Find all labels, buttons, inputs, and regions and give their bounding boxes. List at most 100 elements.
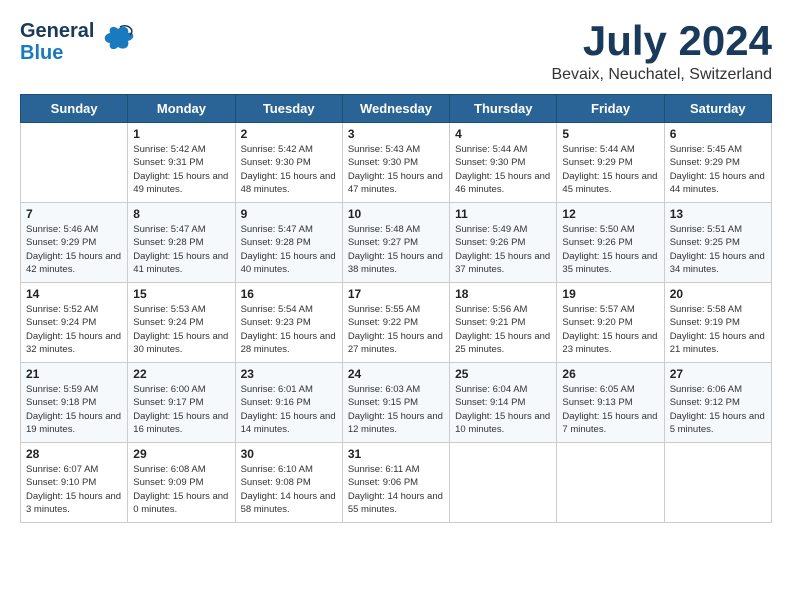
day-info: Sunrise: 5:49 AMSunset: 9:26 PMDaylight:… xyxy=(455,223,551,276)
day-info: Sunrise: 6:06 AMSunset: 9:12 PMDaylight:… xyxy=(670,383,766,436)
day-number: 3 xyxy=(348,127,444,141)
calendar-week-row: 1 Sunrise: 5:42 AMSunset: 9:31 PMDaylight… xyxy=(21,123,772,203)
weekday-header-wednesday: Wednesday xyxy=(342,95,449,123)
calendar-day-cell: 13 Sunrise: 5:51 AMSunset: 9:25 PMDayligh… xyxy=(664,203,771,283)
day-number: 6 xyxy=(670,127,766,141)
day-info: Sunrise: 5:43 AMSunset: 9:30 PMDaylight:… xyxy=(348,143,444,196)
day-number: 18 xyxy=(455,287,551,301)
day-number: 19 xyxy=(562,287,658,301)
day-number: 25 xyxy=(455,367,551,381)
day-number: 9 xyxy=(241,207,337,221)
calendar-empty-cell xyxy=(664,443,771,523)
day-number: 22 xyxy=(133,367,229,381)
logo-bird-icon xyxy=(100,21,136,64)
weekday-header-thursday: Thursday xyxy=(450,95,557,123)
day-info: Sunrise: 5:54 AMSunset: 9:23 PMDaylight:… xyxy=(241,303,337,356)
weekday-header-row: SundayMondayTuesdayWednesdayThursdayFrid… xyxy=(21,95,772,123)
calendar-week-row: 28Sunrise: 6:07 AMSunset: 9:10 PMDayligh… xyxy=(21,443,772,523)
calendar-day-cell: 7Sunrise: 5:46 AMSunset: 9:29 PMDaylight… xyxy=(21,203,128,283)
day-number: 20 xyxy=(670,287,766,301)
calendar-day-cell: 30 Sunrise: 6:10 AMSunset: 9:08 PMDayligh… xyxy=(235,443,342,523)
day-info: Sunrise: 5:45 AMSunset: 9:29 PMDaylight:… xyxy=(670,143,766,196)
calendar-day-cell: 11 Sunrise: 5:49 AMSunset: 9:26 PMDayligh… xyxy=(450,203,557,283)
calendar-table: SundayMondayTuesdayWednesdayThursdayFrid… xyxy=(20,94,772,523)
day-number: 10 xyxy=(348,207,444,221)
day-info: Sunrise: 5:42 AMSunset: 9:31 PMDaylight:… xyxy=(133,143,229,196)
day-number: 14 xyxy=(26,287,122,301)
calendar-day-cell: 17 Sunrise: 5:55 AMSunset: 9:22 PMDayligh… xyxy=(342,283,449,363)
day-info: Sunrise: 5:44 AMSunset: 9:30 PMDaylight:… xyxy=(455,143,551,196)
day-number: 13 xyxy=(670,207,766,221)
weekday-header-monday: Monday xyxy=(128,95,235,123)
calendar-day-cell: 24Sunrise: 6:03 AMSunset: 9:15 PMDayligh… xyxy=(342,363,449,443)
day-number: 1 xyxy=(133,127,229,141)
day-info: Sunrise: 5:52 AMSunset: 9:24 PMDaylight:… xyxy=(26,303,122,356)
calendar-day-cell: 15Sunrise: 5:53 AMSunset: 9:24 PMDayligh… xyxy=(128,283,235,363)
day-number: 26 xyxy=(562,367,658,381)
calendar-day-cell: 28Sunrise: 6:07 AMSunset: 9:10 PMDayligh… xyxy=(21,443,128,523)
calendar-day-cell: 27 Sunrise: 6:06 AMSunset: 9:12 PMDayligh… xyxy=(664,363,771,443)
day-number: 24 xyxy=(348,367,444,381)
calendar-day-cell: 10 Sunrise: 5:48 AMSunset: 9:27 PMDayligh… xyxy=(342,203,449,283)
day-info: Sunrise: 6:00 AMSunset: 9:17 PMDaylight:… xyxy=(133,383,229,436)
day-number: 5 xyxy=(562,127,658,141)
calendar-day-cell: 8 Sunrise: 5:47 AMSunset: 9:28 PMDaylight… xyxy=(128,203,235,283)
calendar-day-cell: 23Sunrise: 6:01 AMSunset: 9:16 PMDayligh… xyxy=(235,363,342,443)
day-info: Sunrise: 5:44 AMSunset: 9:29 PMDaylight:… xyxy=(562,143,658,196)
day-number: 23 xyxy=(241,367,337,381)
day-info: Sunrise: 6:11 AMSunset: 9:06 PMDaylight:… xyxy=(348,463,444,516)
page-header: General Blue July 2024 Bevaix, Neuchatel… xyxy=(20,20,772,84)
day-number: 8 xyxy=(133,207,229,221)
day-info: Sunrise: 5:48 AMSunset: 9:27 PMDaylight:… xyxy=(348,223,444,276)
calendar-day-cell: 9Sunrise: 5:47 AMSunset: 9:28 PMDaylight… xyxy=(235,203,342,283)
weekday-header-friday: Friday xyxy=(557,95,664,123)
day-info: Sunrise: 5:42 AMSunset: 9:30 PMDaylight:… xyxy=(241,143,337,196)
calendar-empty-cell xyxy=(21,123,128,203)
day-info: Sunrise: 6:10 AMSunset: 9:08 PMDaylight:… xyxy=(241,463,337,516)
calendar-day-cell: 4 Sunrise: 5:44 AMSunset: 9:30 PMDaylight… xyxy=(450,123,557,203)
calendar-day-cell: 29 Sunrise: 6:08 AMSunset: 9:09 PMDayligh… xyxy=(128,443,235,523)
day-number: 30 xyxy=(241,447,337,461)
day-number: 21 xyxy=(26,367,122,381)
day-number: 31 xyxy=(348,447,444,461)
calendar-week-row: 14 Sunrise: 5:52 AMSunset: 9:24 PMDayligh… xyxy=(21,283,772,363)
title-section: July 2024 Bevaix, Neuchatel, Switzerland xyxy=(551,20,772,84)
weekday-header-tuesday: Tuesday xyxy=(235,95,342,123)
calendar-day-cell: 18Sunrise: 5:56 AMSunset: 9:21 PMDayligh… xyxy=(450,283,557,363)
day-number: 27 xyxy=(670,367,766,381)
calendar-day-cell: 1 Sunrise: 5:42 AMSunset: 9:31 PMDaylight… xyxy=(128,123,235,203)
day-info: Sunrise: 5:50 AMSunset: 9:26 PMDaylight:… xyxy=(562,223,658,276)
day-number: 11 xyxy=(455,207,551,221)
day-number: 12 xyxy=(562,207,658,221)
calendar-day-cell: 26 Sunrise: 6:05 AMSunset: 9:13 PMDayligh… xyxy=(557,363,664,443)
day-info: Sunrise: 5:47 AMSunset: 9:28 PMDaylight:… xyxy=(133,223,229,276)
calendar-day-cell: 19Sunrise: 5:57 AMSunset: 9:20 PMDayligh… xyxy=(557,283,664,363)
day-info: Sunrise: 5:55 AMSunset: 9:22 PMDaylight:… xyxy=(348,303,444,356)
day-info: Sunrise: 5:51 AMSunset: 9:25 PMDaylight:… xyxy=(670,223,766,276)
day-number: 29 xyxy=(133,447,229,461)
day-info: Sunrise: 6:08 AMSunset: 9:09 PMDaylight:… xyxy=(133,463,229,516)
calendar-week-row: 7Sunrise: 5:46 AMSunset: 9:29 PMDaylight… xyxy=(21,203,772,283)
day-number: 2 xyxy=(241,127,337,141)
calendar-day-cell: 25 Sunrise: 6:04 AMSunset: 9:14 PMDayligh… xyxy=(450,363,557,443)
calendar-day-cell: 2 Sunrise: 5:42 AMSunset: 9:30 PMDaylight… xyxy=(235,123,342,203)
day-info: Sunrise: 6:05 AMSunset: 9:13 PMDaylight:… xyxy=(562,383,658,436)
day-info: Sunrise: 5:53 AMSunset: 9:24 PMDaylight:… xyxy=(133,303,229,356)
day-info: Sunrise: 5:58 AMSunset: 9:19 PMDaylight:… xyxy=(670,303,766,356)
logo-general: General xyxy=(20,20,94,42)
day-number: 16 xyxy=(241,287,337,301)
calendar-day-cell: 16 Sunrise: 5:54 AMSunset: 9:23 PMDayligh… xyxy=(235,283,342,363)
calendar-day-cell: 21 Sunrise: 5:59 AMSunset: 9:18 PMDayligh… xyxy=(21,363,128,443)
month-year-title: July 2024 xyxy=(551,20,772,62)
calendar-day-cell: 3 Sunrise: 5:43 AMSunset: 9:30 PMDaylight… xyxy=(342,123,449,203)
calendar-day-cell: 31 Sunrise: 6:11 AMSunset: 9:06 PMDayligh… xyxy=(342,443,449,523)
calendar-empty-cell xyxy=(450,443,557,523)
logo-blue: Blue xyxy=(20,42,94,64)
day-info: Sunrise: 5:59 AMSunset: 9:18 PMDaylight:… xyxy=(26,383,122,436)
day-number: 17 xyxy=(348,287,444,301)
day-number: 4 xyxy=(455,127,551,141)
weekday-header-sunday: Sunday xyxy=(21,95,128,123)
calendar-day-cell: 14 Sunrise: 5:52 AMSunset: 9:24 PMDayligh… xyxy=(21,283,128,363)
day-info: Sunrise: 6:04 AMSunset: 9:14 PMDaylight:… xyxy=(455,383,551,436)
calendar-day-cell: 20 Sunrise: 5:58 AMSunset: 9:19 PMDayligh… xyxy=(664,283,771,363)
